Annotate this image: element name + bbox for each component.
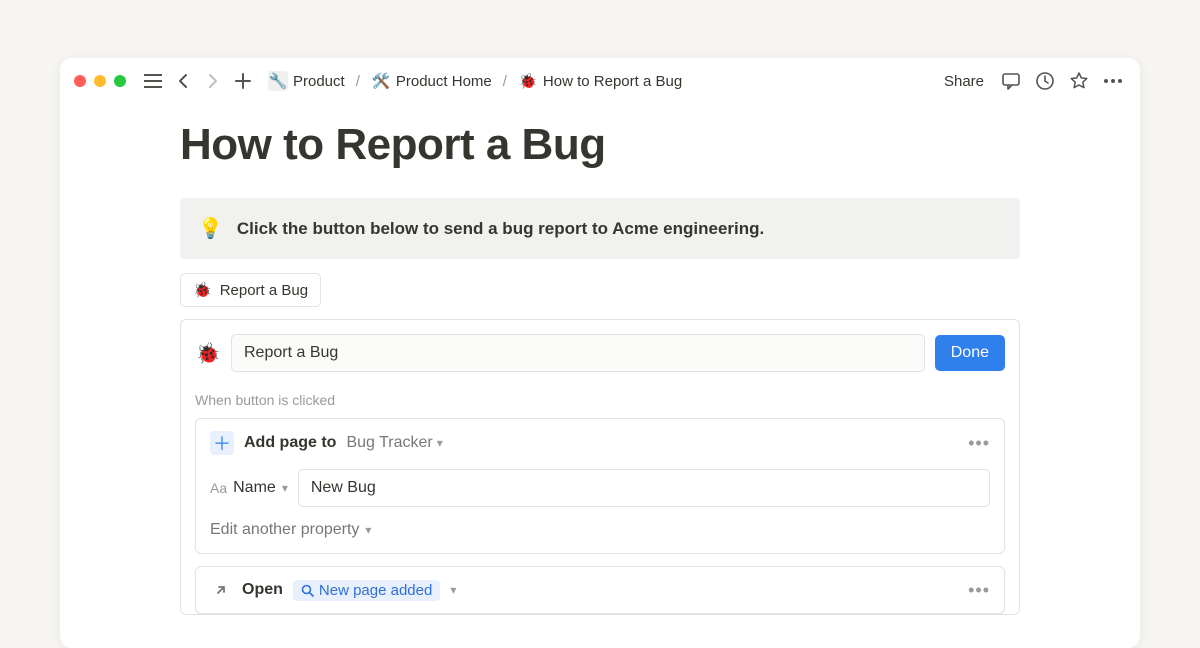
callout-text: Click the button below to send a bug rep…	[237, 219, 764, 239]
more-icon[interactable]	[1100, 68, 1126, 94]
action-verb: Add page to	[244, 434, 336, 452]
property-value-input[interactable]	[298, 469, 990, 507]
button-label: Report a Bug	[220, 282, 308, 299]
property-row: Aa Name ▾	[210, 469, 990, 507]
open-arrow-icon	[210, 579, 232, 601]
property-name: Name	[233, 479, 276, 497]
breadcrumb-item-product[interactable]: 🔧 Product	[264, 69, 349, 93]
breadcrumb-item-current[interactable]: 🐞 How to Report a Bug	[514, 69, 686, 93]
text-property-icon: Aa	[210, 480, 227, 496]
ladybug-icon: 🐞	[193, 281, 212, 299]
done-button[interactable]: Done	[935, 335, 1005, 371]
section-label: When button is clicked	[195, 392, 1005, 408]
back-icon[interactable]	[170, 68, 196, 94]
breadcrumb-label: How to Report a Bug	[543, 73, 682, 90]
chevron-down-icon: ▾	[437, 436, 443, 450]
favorite-icon[interactable]	[1066, 68, 1092, 94]
minimize-window-dot[interactable]	[94, 75, 106, 87]
wrench-icon: 🔧	[268, 71, 288, 91]
tools-icon: 🛠️	[371, 71, 391, 91]
ladybug-icon[interactable]: 🐞	[195, 340, 221, 366]
topbar: 🔧 Product / 🛠️ Product Home / 🐞 How to R…	[60, 58, 1140, 104]
action-more-icon[interactable]: •••	[968, 580, 990, 601]
breadcrumb-item-product-home[interactable]: 🛠️ Product Home	[367, 69, 496, 93]
edit-another-property[interactable]: Edit another property ▾	[210, 521, 990, 539]
updates-icon[interactable]	[1032, 68, 1058, 94]
topbar-actions: Share	[938, 68, 1126, 94]
lightbulb-icon: 💡	[198, 216, 223, 241]
close-window-dot[interactable]	[74, 75, 86, 87]
share-button[interactable]: Share	[938, 69, 990, 94]
tag-label: New page added	[319, 582, 432, 599]
chevron-down-icon[interactable]: ▾	[450, 583, 456, 597]
comments-icon[interactable]	[998, 68, 1024, 94]
app-window: 🔧 Product / 🛠️ Product Home / 🐞 How to R…	[60, 58, 1140, 648]
button-name-input[interactable]	[231, 334, 925, 372]
database-selector[interactable]: Bug Tracker ▾	[346, 434, 442, 452]
action-more-icon[interactable]: •••	[968, 433, 990, 454]
ladybug-icon: 🐞	[518, 71, 538, 91]
database-name: Bug Tracker	[346, 434, 432, 452]
plus-icon: ＋	[210, 431, 234, 455]
chevron-down-icon: ▾	[282, 481, 288, 495]
report-bug-button[interactable]: 🐞 Report a Bug	[180, 273, 321, 307]
config-header: 🐞 Done	[195, 334, 1005, 372]
page-content: How to Report a Bug 💡 Click the button b…	[60, 120, 1140, 615]
breadcrumb-label: Product	[293, 73, 345, 90]
edit-another-label: Edit another property	[210, 521, 359, 539]
window-traffic-lights	[74, 75, 126, 87]
chevron-down-icon: ▾	[365, 523, 371, 537]
button-config-panel: 🐞 Done When button is clicked ＋ Add page…	[180, 319, 1020, 615]
action-open-page: Open New page added ▾ •••	[195, 566, 1005, 614]
search-icon	[301, 584, 314, 597]
callout-block[interactable]: 💡 Click the button below to send a bug r…	[180, 198, 1020, 259]
breadcrumb: 🔧 Product / 🛠️ Product Home / 🐞 How to R…	[264, 69, 686, 93]
new-page-icon[interactable]	[230, 68, 256, 94]
maximize-window-dot[interactable]	[114, 75, 126, 87]
breadcrumb-label: Product Home	[396, 73, 492, 90]
hamburger-icon[interactable]	[140, 68, 166, 94]
breadcrumb-separator: /	[355, 73, 361, 90]
page-reference-tag[interactable]: New page added	[293, 580, 440, 601]
action-header-row: ＋ Add page to Bug Tracker ▾ •••	[210, 431, 990, 455]
page-title[interactable]: How to Report a Bug	[180, 120, 1020, 170]
action-add-page: ＋ Add page to Bug Tracker ▾ ••• Aa Name …	[195, 418, 1005, 554]
breadcrumb-separator: /	[502, 73, 508, 90]
property-selector[interactable]: Aa Name ▾	[210, 479, 288, 497]
forward-icon[interactable]	[200, 68, 226, 94]
action-verb: Open	[242, 581, 283, 599]
